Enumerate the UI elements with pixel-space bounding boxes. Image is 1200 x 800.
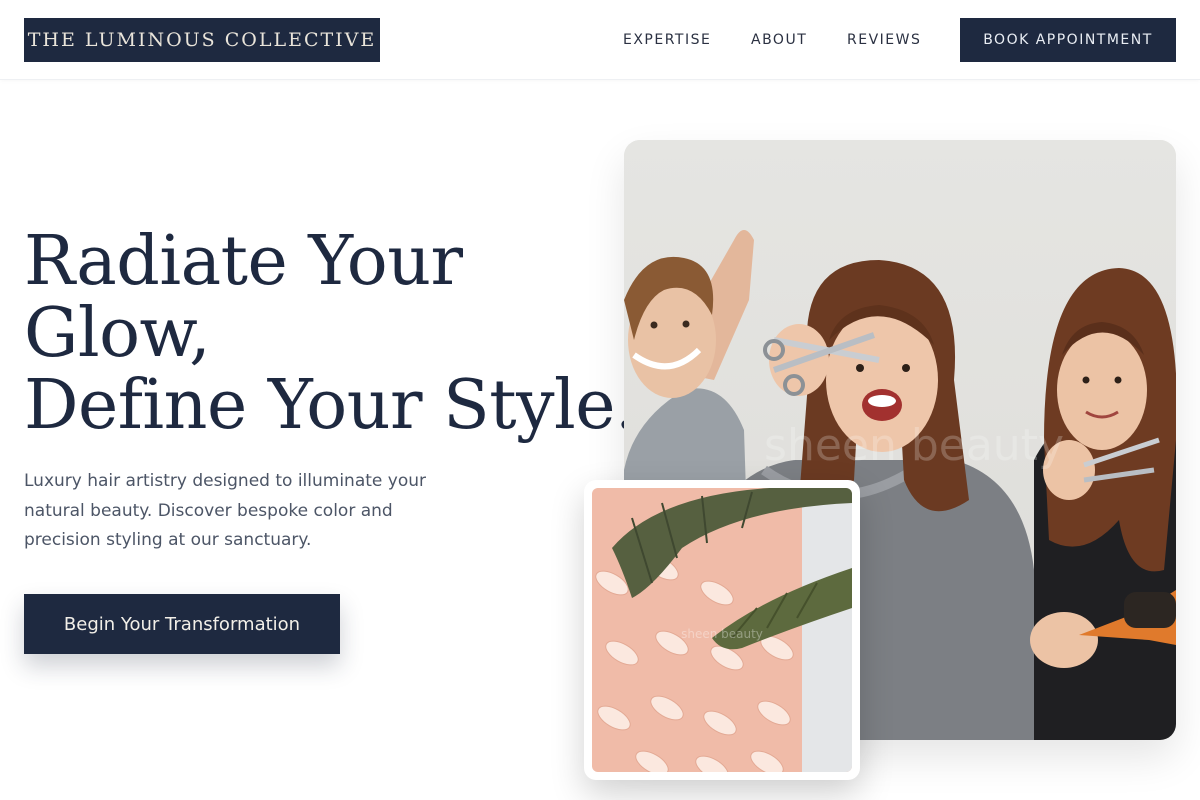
detail-photo-watermark: sheen beauty <box>681 627 763 641</box>
nav-link-expertise[interactable]: EXPERTISE <box>623 0 711 80</box>
site-header: THE LUMINOUS COLLECTIVE EXPERTISE ABOUT … <box>0 0 1200 80</box>
blowdryer-wall-illustration: sheen beauty <box>592 488 852 772</box>
headline-line-1: Radiate Your <box>24 222 463 301</box>
salon-detail-photo: sheen beauty <box>584 480 860 780</box>
salon-detail-image: sheen beauty <box>592 488 852 772</box>
book-appointment-button[interactable]: BOOK APPOINTMENT <box>960 18 1176 62</box>
brand-logo[interactable]: THE LUMINOUS COLLECTIVE <box>24 18 380 62</box>
nav-link-about[interactable]: ABOUT <box>751 0 807 80</box>
begin-transformation-button[interactable]: Begin Your Transformation <box>24 594 340 654</box>
nav-link-reviews[interactable]: REVIEWS <box>847 0 921 80</box>
hero-description: Luxury hair artistry designed to illumin… <box>24 471 427 550</box>
headline-line-2: Glow, <box>24 294 211 373</box>
hero-headline: Radiate Your Glow, Define Your Style. <box>24 222 637 445</box>
headline-line-3: Define Your Style. <box>24 366 637 445</box>
main-photo-watermark: sheen beauty <box>764 420 1064 471</box>
